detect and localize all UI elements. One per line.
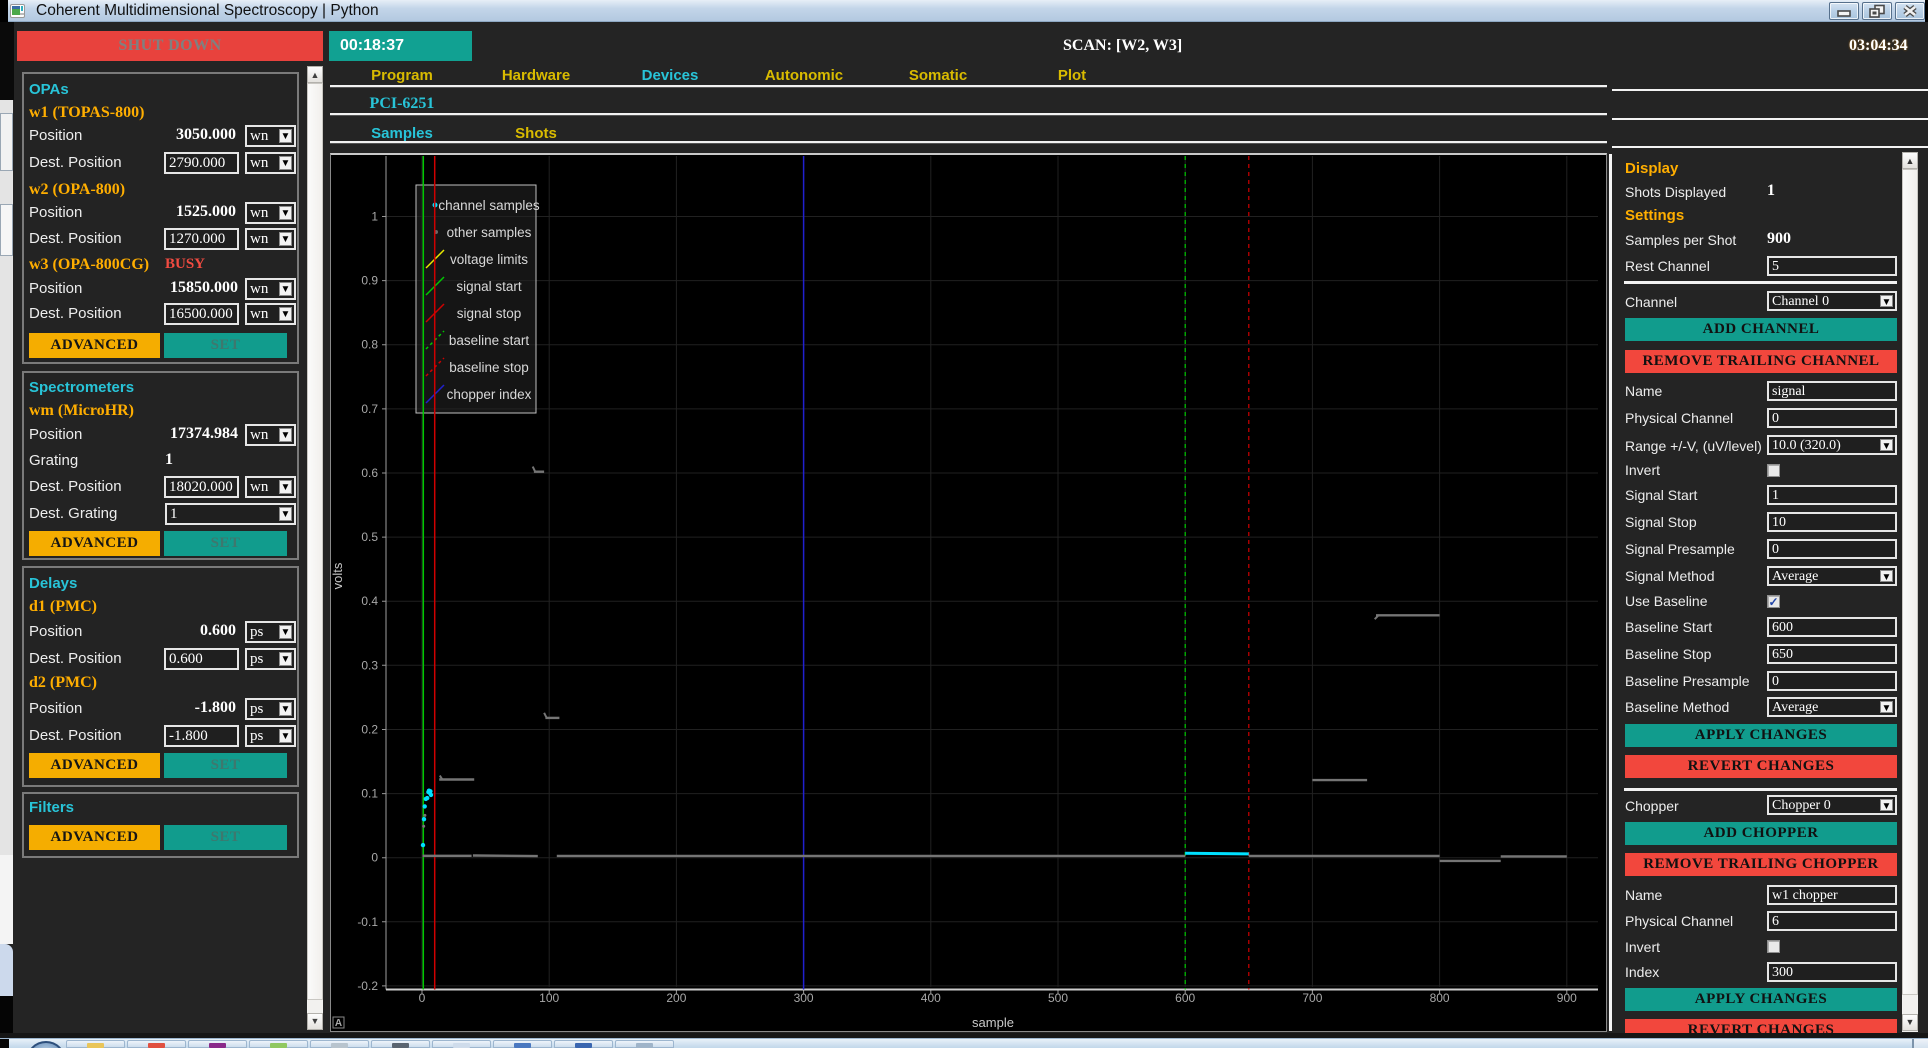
svg-text:0.3: 0.3 (361, 658, 378, 672)
svg-text:0.8: 0.8 (361, 338, 378, 352)
svg-text:0.7: 0.7 (361, 402, 378, 416)
svg-text:volts: volts (331, 562, 345, 589)
svg-text:-0.2: -0.2 (357, 979, 378, 993)
svg-text:0.4: 0.4 (361, 594, 378, 608)
svg-text:0.2: 0.2 (361, 723, 378, 737)
svg-text:500: 500 (1048, 991, 1068, 1005)
svg-text:300: 300 (794, 991, 814, 1005)
svg-text:other samples: other samples (447, 225, 532, 240)
svg-text:700: 700 (1302, 991, 1322, 1005)
svg-text:baseline stop: baseline stop (449, 360, 529, 375)
svg-text:0.1: 0.1 (361, 787, 378, 801)
svg-text:1: 1 (371, 210, 378, 224)
svg-text:600: 600 (1175, 991, 1195, 1005)
svg-text:A: A (335, 1018, 342, 1029)
svg-text:0.5: 0.5 (361, 530, 378, 544)
svg-text:signal start: signal start (456, 279, 522, 294)
svg-text:sample: sample (972, 1015, 1014, 1030)
svg-text:800: 800 (1430, 991, 1450, 1005)
svg-text:0.9: 0.9 (361, 274, 378, 288)
svg-text:0: 0 (419, 991, 426, 1005)
svg-text:-0.1: -0.1 (357, 915, 378, 929)
svg-text:200: 200 (666, 991, 686, 1005)
svg-text:400: 400 (921, 991, 941, 1005)
svg-text:baseline start: baseline start (449, 333, 530, 348)
svg-text:900: 900 (1557, 991, 1577, 1005)
svg-text:channel samples: channel samples (438, 198, 540, 213)
svg-text:voltage limits: voltage limits (450, 252, 528, 267)
svg-text:100: 100 (539, 991, 559, 1005)
svg-text:chopper index: chopper index (447, 387, 532, 402)
svg-text:signal stop: signal stop (457, 306, 522, 321)
svg-text:0: 0 (371, 851, 378, 865)
svg-text:0.6: 0.6 (361, 466, 378, 480)
